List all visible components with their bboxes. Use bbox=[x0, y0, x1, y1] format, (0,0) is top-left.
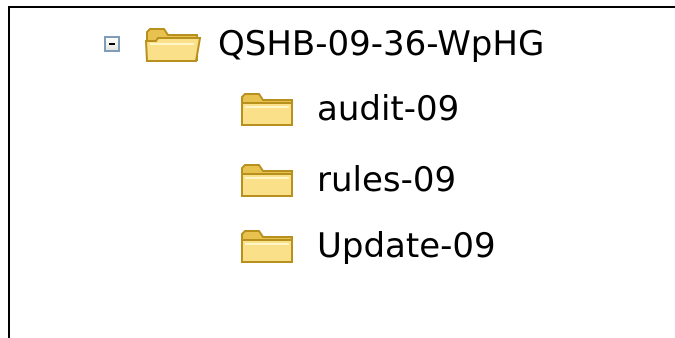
folder-tree: QSHB-09-36-WpHG audit-09 rules-09 Update… bbox=[0, 0, 675, 338]
folder-icon bbox=[241, 230, 293, 263]
collapse-minus-icon[interactable] bbox=[104, 36, 120, 52]
tree-node-label[interactable]: audit-09 bbox=[315, 85, 461, 133]
open-folder-icon bbox=[144, 28, 202, 62]
folder-icon bbox=[241, 164, 293, 197]
tree-node-label[interactable]: QSHB-09-36-WpHG bbox=[216, 20, 546, 68]
tree-node-update-09[interactable]: Update-09 bbox=[239, 222, 498, 270]
tree-node-root[interactable]: QSHB-09-36-WpHG bbox=[104, 20, 546, 68]
tree-node-audit-09[interactable]: audit-09 bbox=[239, 85, 461, 133]
tree-view-window: QSHB-09-36-WpHG audit-09 rules-09 Update… bbox=[0, 0, 675, 338]
tree-node-rules-09[interactable]: rules-09 bbox=[239, 156, 458, 204]
tree-node-label[interactable]: Update-09 bbox=[315, 222, 498, 270]
folder-icon bbox=[241, 93, 293, 126]
tree-node-label[interactable]: rules-09 bbox=[315, 156, 458, 204]
